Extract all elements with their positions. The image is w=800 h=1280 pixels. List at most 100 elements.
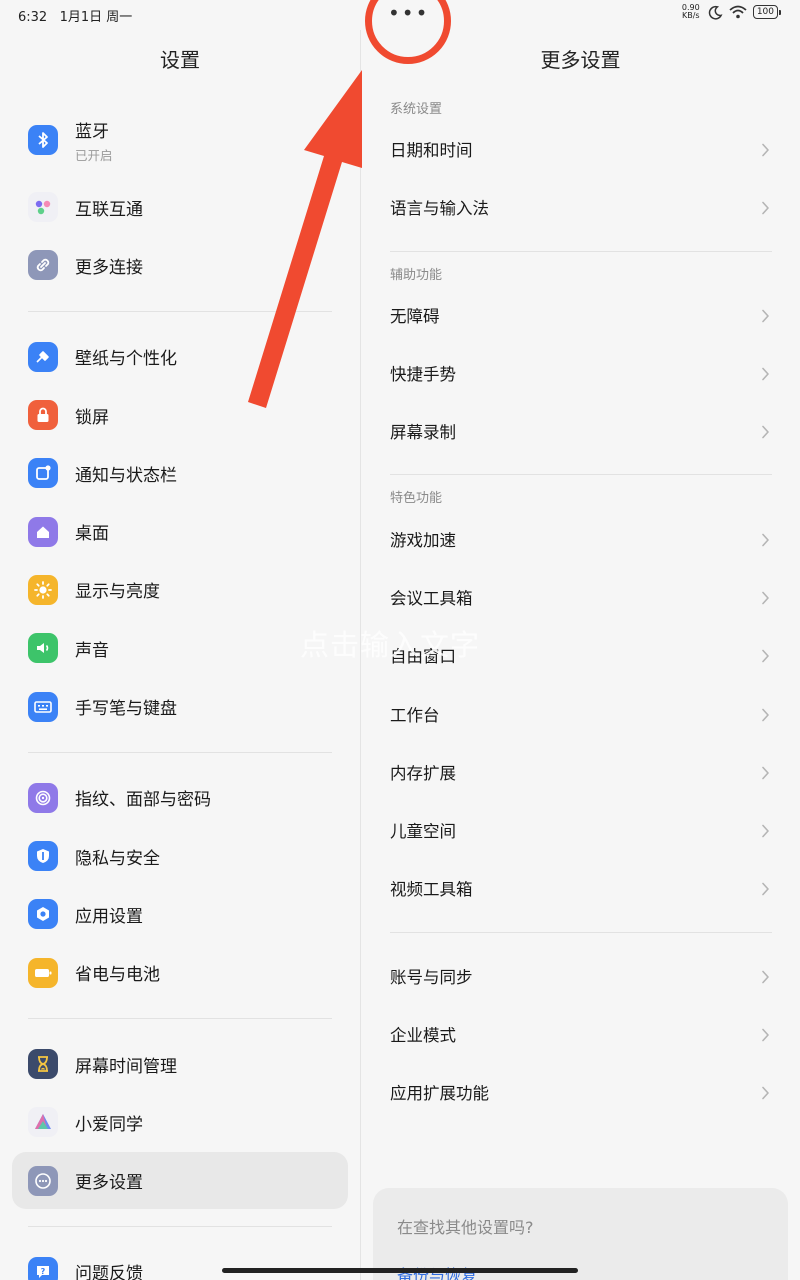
chevron-right-icon <box>761 881 770 896</box>
sidebar-item[interactable]: 指纹、面部与密码 <box>0 769 360 827</box>
sidebar-item[interactable]: 应用设置 <box>0 885 360 943</box>
battery-indicator: 100 <box>752 5 782 19</box>
settings-row[interactable]: 儿童空间 <box>361 801 800 859</box>
settings-row-label: 视频工具箱 <box>390 880 473 900</box>
sidebar-item[interactable]: 手写笔与键盘 <box>0 677 360 735</box>
sidebar-separator <box>28 1225 332 1227</box>
fingerprint-icon <box>28 782 58 813</box>
settings-row[interactable]: 会议工具箱 <box>361 568 800 626</box>
settings-row[interactable]: 视频工具箱 <box>361 859 800 917</box>
sidebar-item[interactable]: 省电与电池 <box>0 944 360 1002</box>
sidebar-item-label: 蓝牙 <box>75 121 109 142</box>
link-icon <box>28 250 58 281</box>
status-time: 6:32 <box>18 10 48 25</box>
settings-row-label: 内存扩展 <box>390 763 456 783</box>
chevron-right-icon <box>761 590 770 605</box>
bluetooth-icon <box>28 125 58 155</box>
settings-row[interactable]: 日期和时间 <box>361 120 800 178</box>
sidebar-item-label: 更多连接 <box>75 257 143 278</box>
sidebar-item-status: 已开启 <box>75 147 113 163</box>
section-header: 系统设置 <box>390 102 443 117</box>
sidebar-item[interactable]: 桌面 <box>0 502 360 560</box>
feedback-icon: ? <box>28 1256 58 1280</box>
chevron-right-icon <box>761 142 770 157</box>
settings-row[interactable]: 无障碍 <box>361 286 800 344</box>
chevron-right-icon <box>761 308 770 323</box>
settings-row-label: 账号与同步 <box>390 967 473 987</box>
chevron-right-icon <box>761 424 770 439</box>
battery-icon <box>28 957 58 988</box>
more-icon <box>28 1165 58 1196</box>
sidebar-item[interactable]: ? 问题反馈 <box>0 1243 360 1280</box>
settings-row-label: 快捷手势 <box>390 365 456 385</box>
settings-row-label: 工作台 <box>390 705 440 725</box>
sidebar-item[interactable]: 通知与状态栏 <box>0 444 360 502</box>
sidebar-item-label: 手写笔与键盘 <box>75 699 177 720</box>
privacy-icon <box>28 841 58 872</box>
status-date: 1月1日 周一 <box>59 10 133 25</box>
sidebar-item[interactable]: 显示与亮度 <box>0 561 360 619</box>
settings-row[interactable]: 应用扩展功能 <box>361 1063 800 1121</box>
settings-row-label: 语言与输入法 <box>390 199 489 219</box>
sidebar-item-label: 锁屏 <box>75 407 109 428</box>
settings-row-label: 儿童空间 <box>390 822 456 842</box>
sidebar-item-label: 指纹、面部与密码 <box>75 790 211 811</box>
chevron-right-icon <box>761 366 770 381</box>
section-separator <box>390 931 772 933</box>
annotation-arrow <box>248 70 362 408</box>
settings-row[interactable]: 屏幕录制 <box>361 402 800 460</box>
section-header: 特色功能 <box>390 491 443 507</box>
sidebar-item-label: 省电与电池 <box>75 965 160 986</box>
search-suggestion-card: 在查找其他设置吗? 备份与恢复 <box>373 1188 788 1280</box>
moon-icon <box>708 5 723 19</box>
settings-row-label: 游戏加速 <box>390 530 456 550</box>
home-indicator[interactable] <box>222 1268 578 1273</box>
sidebar-item-label: 壁纸与个性化 <box>75 349 177 370</box>
sidebar-separator <box>28 1017 332 1019</box>
section-separator <box>390 250 772 252</box>
hourglass-icon <box>28 1049 58 1079</box>
sidebar-item[interactable]: 屏幕时间管理 <box>0 1035 360 1093</box>
chevron-right-icon <box>761 823 770 838</box>
sidebar-item-label: 应用设置 <box>75 906 143 927</box>
sidebar-item-label: 互联互通 <box>75 199 143 220</box>
wallpaper-icon <box>28 341 58 372</box>
wifi-icon <box>729 5 747 19</box>
sidebar-item-label: 通知与状态栏 <box>75 465 177 486</box>
xiaoai-icon <box>28 1107 58 1138</box>
interconnect-icon <box>28 192 58 223</box>
sidebar-item-label: 桌面 <box>75 524 109 545</box>
keyboard-icon <box>28 691 58 722</box>
chevron-right-icon <box>761 969 770 984</box>
sidebar-item[interactable]: 小爱同学 <box>0 1093 360 1151</box>
settings-row[interactable]: 快捷手势 <box>361 344 800 402</box>
settings-row[interactable]: 内存扩展 <box>361 743 800 801</box>
settings-row[interactable]: 工作台 <box>361 684 800 742</box>
sidebar-item-label: 小爱同学 <box>75 1114 143 1135</box>
settings-row[interactable]: 语言与输入法 <box>361 178 800 236</box>
settings-row[interactable]: 账号与同步 <box>361 947 800 1005</box>
sound-icon <box>28 633 58 664</box>
sidebar-item[interactable]: 更多设置 <box>0 1151 360 1210</box>
settings-row-label: 会议工具箱 <box>390 588 473 608</box>
home-icon <box>28 516 58 547</box>
chevron-right-icon <box>761 765 770 780</box>
brightness-icon <box>28 574 58 605</box>
chevron-right-icon <box>761 532 770 546</box>
sidebar-item-label: 问题反馈 <box>75 1264 143 1280</box>
search-suggestion-question: 在查找其他设置吗? <box>397 1218 534 1237</box>
notification-icon <box>28 458 58 489</box>
settings-row-label: 企业模式 <box>390 1026 456 1045</box>
settings-row-label: 屏幕录制 <box>390 423 456 443</box>
net-speed: 0.90 KB/s <box>681 3 700 20</box>
sidebar-item-label: 更多设置 <box>75 1173 143 1194</box>
sidebar-item[interactable]: 隐私与安全 <box>0 827 360 885</box>
settings-row[interactable]: 游戏加速 <box>361 509 800 567</box>
sidebar-item-label: 显示与亮度 <box>75 582 160 603</box>
settings-row-label: 无障碍 <box>390 306 440 326</box>
lock-icon <box>28 400 58 431</box>
settings-row[interactable]: 企业模式 <box>361 1005 800 1063</box>
chevron-right-icon <box>761 707 770 721</box>
settings-row-label: 应用扩展功能 <box>390 1084 489 1104</box>
section-separator <box>390 474 772 476</box>
